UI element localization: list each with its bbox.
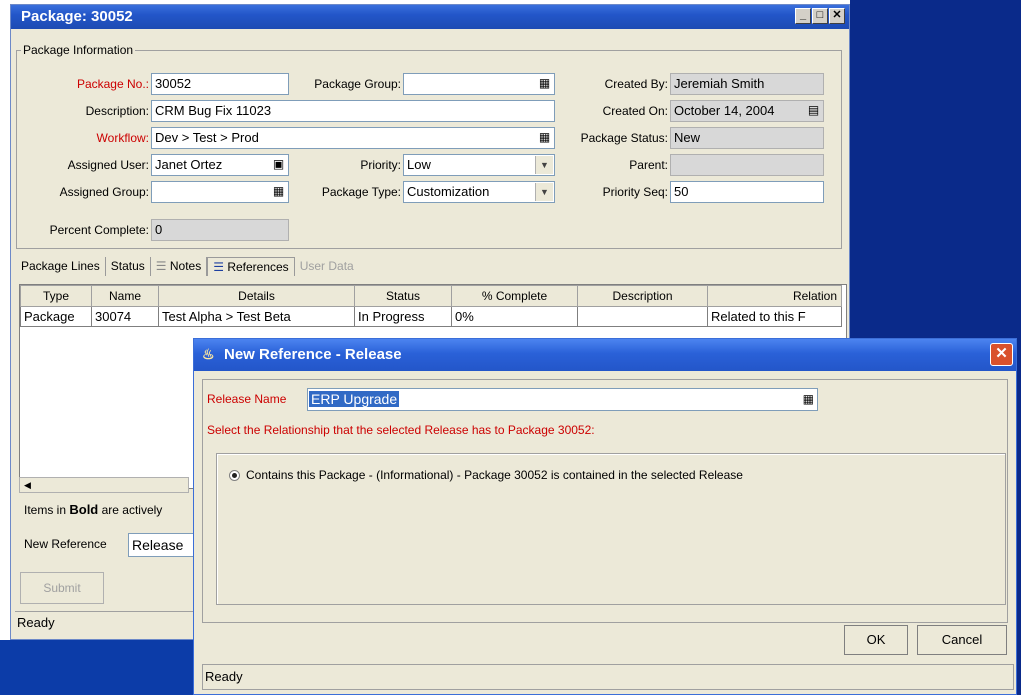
column-header-percent-complete[interactable]: % Complete [451, 285, 578, 307]
created-on-field: October 14, 2004 ▤ [670, 100, 824, 122]
created-on-value: October 14, 2004 [674, 103, 775, 118]
column-header-name[interactable]: Name [91, 285, 159, 307]
tab-notes-label: Notes [169, 259, 202, 273]
cell-type: Package [20, 306, 92, 327]
percent-complete-label: Percent Complete: [49, 223, 149, 237]
description-field[interactable]: CRM Bug Fix 11023 [151, 100, 555, 122]
tab-notes[interactable]: ☰ Notes [151, 257, 208, 276]
tab-references-label: References [227, 260, 289, 274]
relationship-instruction: Select the Relationship that the selecte… [207, 423, 595, 437]
radio-selected-icon[interactable] [229, 469, 240, 481]
column-header-type[interactable]: Type [20, 285, 92, 307]
dialog-status-bar: Ready [202, 664, 1014, 690]
package-type-label: Package Type: [321, 185, 401, 199]
assigned-user-value: Janet Ortez [155, 157, 223, 172]
column-header-description[interactable]: Description [577, 285, 708, 307]
package-no-label: Package No.: [76, 77, 149, 91]
horizontal-scrollbar[interactable]: ◀ [19, 477, 189, 493]
priority-seq-label: Priority Seq: [602, 185, 668, 199]
dialog-title: New Reference - Release [224, 346, 402, 363]
lookup-icon[interactable]: ▦ [803, 392, 814, 406]
new-reference-label: New Reference [24, 537, 107, 551]
parent-field [670, 154, 824, 176]
package-status-label: Package Status: [580, 131, 668, 145]
tab-references[interactable]: ☰ References [207, 257, 295, 276]
package-type-value: Customization [407, 184, 490, 199]
window-title: Package: 30052 [21, 8, 133, 25]
table-row[interactable]: Package 30074 Test Alpha > Test Beta In … [20, 306, 842, 327]
cell-percent-complete: 0% [451, 306, 578, 327]
table-header-row: Type Name Details Status % Complete Desc… [20, 285, 842, 307]
window-controls: _ □ ✕ [795, 8, 845, 24]
package-type-select[interactable]: Customization ▼ [403, 181, 555, 203]
lookup-icon[interactable]: ▦ [538, 131, 551, 144]
release-name-field[interactable]: ERP Upgrade ▦ [307, 388, 818, 411]
priority-select[interactable]: Low ▼ [403, 154, 555, 176]
lookup-icon[interactable]: ▦ [538, 77, 551, 90]
notes-icon: ☰ [155, 259, 170, 273]
tab-strip: Package Lines Status ☰ Notes ☰ Reference… [16, 257, 359, 276]
relationship-option-label: Contains this Package - (Informational) … [246, 468, 743, 482]
package-status-field: New [670, 127, 824, 149]
references-table: Type Name Details Status % Complete Desc… [20, 285, 842, 327]
maximize-icon[interactable]: □ [812, 8, 828, 24]
bold-note-bold: Bold [69, 502, 99, 517]
workflow-label: Workflow: [96, 131, 149, 145]
relationship-options-box: Contains this Package - (Informational) … [216, 453, 1006, 605]
release-name-label: Release Name [207, 392, 287, 406]
minimize-icon[interactable]: _ [795, 8, 811, 24]
priority-label: Priority: [360, 158, 401, 172]
cell-relation: Related to this F [707, 306, 842, 327]
assigned-user-label: Assigned User: [67, 158, 149, 172]
release-name-value: ERP Upgrade [309, 391, 400, 407]
close-icon[interactable]: ✕ [829, 8, 845, 24]
cell-details: Test Alpha > Test Beta [158, 306, 355, 327]
submit-button: Submit [20, 572, 104, 604]
column-header-details[interactable]: Details [158, 285, 355, 307]
new-reference-dialog: ♨ New Reference - Release ✕ Release Name… [193, 338, 1017, 695]
window-titlebar[interactable]: Package: 30052 _ □ ✕ [11, 5, 849, 29]
lookup-icon[interactable]: ▦ [272, 185, 285, 198]
cancel-button[interactable]: Cancel [917, 625, 1007, 655]
tab-user-data: User Data [299, 259, 354, 273]
package-group-field[interactable]: ▦ [403, 73, 555, 95]
column-header-status[interactable]: Status [354, 285, 452, 307]
calendar-icon: ▤ [807, 103, 820, 117]
created-on-label: Created On: [602, 104, 668, 118]
priority-seq-field[interactable]: 50 [670, 181, 824, 203]
assigned-group-field[interactable]: ▦ [151, 181, 289, 203]
assigned-group-label: Assigned Group: [59, 185, 149, 199]
created-by-field: Jeremiah Smith [670, 73, 824, 95]
parent-label: Parent: [629, 158, 668, 172]
cell-name: 30074 [91, 306, 159, 327]
bold-note-suffix: are actively [101, 503, 163, 517]
close-icon[interactable]: ✕ [990, 343, 1013, 366]
workflow-field[interactable]: Dev > Test > Prod ▦ [151, 127, 555, 149]
cell-status: In Progress [354, 306, 452, 327]
cell-description [577, 306, 708, 327]
column-header-relation[interactable]: Relation [707, 285, 842, 307]
desktop-background-lower [0, 640, 195, 695]
ok-button[interactable]: OK [844, 625, 908, 655]
package-group-label: Package Group: [314, 77, 401, 91]
java-cup-icon: ♨ [202, 346, 215, 362]
assigned-user-field[interactable]: Janet Ortez ▣ [151, 154, 289, 176]
percent-complete-field: 0 [151, 219, 289, 241]
bold-note-prefix: Items in [24, 503, 67, 517]
bold-items-note: Items in Bold are actively [24, 502, 162, 517]
scroll-left-icon[interactable]: ◀ [24, 480, 31, 490]
workflow-value: Dev > Test > Prod [155, 130, 259, 145]
relationship-option[interactable]: Contains this Package - (Informational) … [229, 468, 743, 482]
package-information-legend: Package Information [23, 43, 134, 57]
tab-package-lines[interactable]: Package Lines [16, 257, 106, 276]
created-by-label: Created By: [604, 77, 668, 91]
dialog-titlebar[interactable]: ♨ New Reference - Release ✕ [194, 339, 1016, 371]
references-icon: ☰ [213, 260, 228, 274]
description-label: Description: [85, 104, 149, 118]
priority-value: Low [407, 157, 431, 172]
tab-status[interactable]: Status [106, 257, 151, 276]
package-no-field[interactable]: 30052 [151, 73, 289, 95]
user-picker-icon[interactable]: ▣ [272, 158, 285, 171]
